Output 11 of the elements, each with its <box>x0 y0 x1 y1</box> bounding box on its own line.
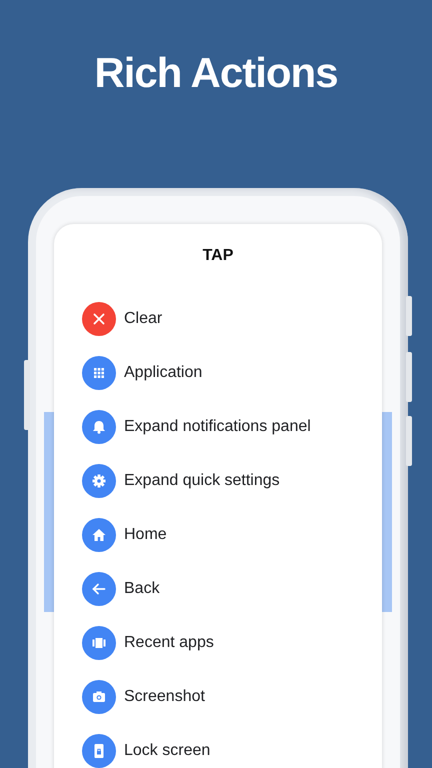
action-item[interactable]: Lock screen <box>82 724 382 768</box>
action-item[interactable]: Back <box>82 562 382 616</box>
action-item[interactable]: Screenshot <box>82 670 382 724</box>
action-item[interactable]: Recent apps <box>82 616 382 670</box>
action-item[interactable]: Expand notifications panel <box>82 400 382 454</box>
action-item[interactable]: Clear <box>82 292 382 346</box>
headline: Rich Actions <box>93 48 339 98</box>
action-item[interactable]: Home <box>82 508 382 562</box>
action-item[interactable]: Application <box>82 346 382 400</box>
action-item[interactable]: Expand quick settings <box>82 454 382 508</box>
dialog-title: TAP <box>202 246 234 266</box>
